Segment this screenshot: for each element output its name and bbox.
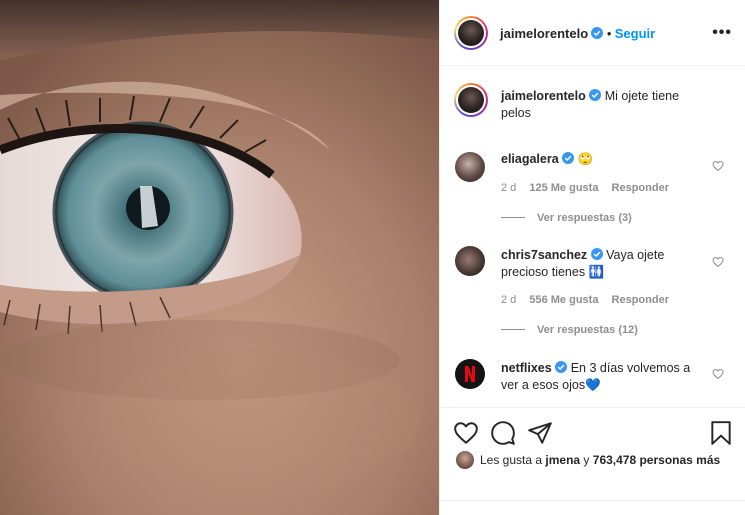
comment-likes[interactable]: 125 Me gusta [529, 182, 598, 194]
caption-author-avatar[interactable] [454, 83, 488, 117]
reply-button[interactable]: Responder [612, 182, 669, 194]
replies-divider [501, 217, 525, 218]
action-bar [440, 410, 745, 450]
likes-count[interactable]: 763,478 personas más [593, 453, 720, 467]
netflix-logo-icon [465, 366, 475, 382]
verified-icon [589, 89, 602, 101]
comment-avatar[interactable] [455, 359, 485, 389]
follow-button[interactable]: Seguir [615, 26, 655, 41]
comment-meta: 2 d 556 Me gusta Responder [501, 294, 679, 306]
comment-username[interactable]: netflixes [501, 361, 552, 375]
comments-section[interactable]: jaimelorentelo Mi ojete tiene pelos elia… [440, 66, 745, 408]
verified-icon [555, 361, 568, 373]
verified-icon [591, 27, 604, 39]
comment: eliagalera 🙄 [501, 151, 711, 168]
post-details-pane: jaimelorentelo • Seguir ••• jaimelorente… [439, 0, 745, 515]
divider [440, 500, 745, 501]
more-options-icon[interactable]: ••• [712, 24, 732, 42]
likes-summary[interactable]: Les gusta a jmena y 763,478 personas más [456, 451, 720, 469]
comment-age[interactable]: 2 d [501, 182, 516, 194]
view-replies-label: Ver respuestas (12) [537, 324, 638, 336]
share-icon[interactable] [527, 420, 553, 446]
comment-icon[interactable] [490, 420, 516, 446]
comment-username[interactable]: chris7sanchez [501, 248, 587, 262]
comment-avatar[interactable] [455, 152, 485, 182]
comment-like-heart-icon[interactable] [712, 160, 724, 172]
comment-like-heart-icon[interactable] [712, 256, 724, 268]
header-line: jaimelorentelo • Seguir [500, 26, 655, 41]
comment-likes[interactable]: 556 Me gusta [529, 294, 598, 306]
comment-text: 🙄 [577, 152, 594, 166]
eye-closeup-image [0, 0, 439, 515]
liker-avatar [456, 451, 474, 469]
liker-username[interactable]: jmena [545, 453, 580, 467]
comment-meta: 2 d 125 Me gusta Responder [501, 182, 679, 194]
comment-username[interactable]: eliagalera [501, 152, 559, 166]
post-photo[interactable] [0, 0, 439, 515]
verified-icon [562, 152, 575, 164]
comment-like-heart-icon[interactable] [712, 368, 724, 380]
bookmark-icon[interactable] [708, 420, 734, 446]
replies-divider [501, 329, 525, 330]
caption: jaimelorentelo Mi ojete tiene pelos [501, 88, 711, 122]
caption-username[interactable]: jaimelorentelo [501, 89, 586, 103]
view-replies-label: Ver respuestas (3) [537, 212, 632, 224]
likes-middle: y [583, 453, 590, 467]
heart-icon[interactable] [453, 420, 479, 446]
comment-avatar[interactable] [455, 246, 485, 276]
view-replies-button[interactable]: Ver respuestas (12) [501, 324, 638, 336]
author-username[interactable]: jaimelorentelo [500, 26, 588, 41]
reply-button[interactable]: Responder [612, 294, 669, 306]
separator-dot: • [606, 26, 612, 41]
likes-prefix: Les gusta a [480, 453, 543, 467]
author-avatar[interactable] [454, 16, 488, 50]
comment: chris7sanchez Vaya ojete precioso tienes… [501, 247, 711, 281]
verified-icon [590, 248, 603, 260]
comment-age[interactable]: 2 d [501, 294, 516, 306]
post-header: jaimelorentelo • Seguir ••• [440, 0, 745, 66]
comment: netflixes En 3 días volvemos a ver a eso… [501, 360, 711, 394]
view-replies-button[interactable]: Ver respuestas (3) [501, 212, 632, 224]
